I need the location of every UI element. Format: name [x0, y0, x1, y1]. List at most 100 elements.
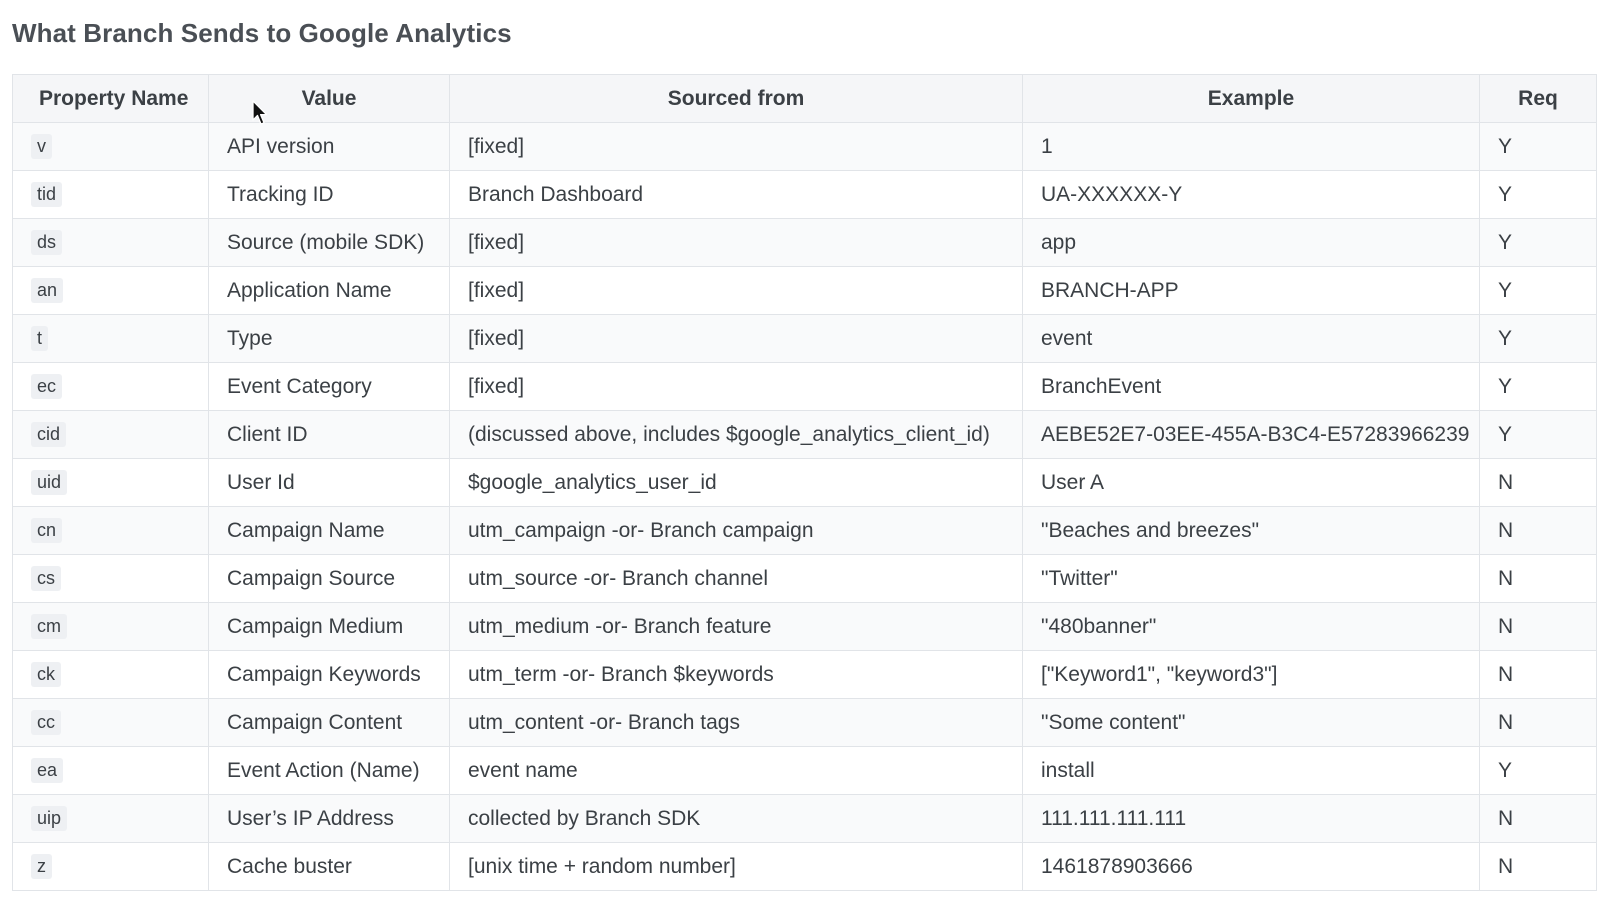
- cell-req: N: [1479, 602, 1597, 651]
- cell-req: N: [1479, 506, 1597, 555]
- cell-property-name: cs: [12, 554, 209, 603]
- cell-sourced-from: utm_content -or- Branch tags: [449, 698, 1023, 747]
- table-row: cc Campaign Content utm_content -or- Branc…: [12, 698, 1597, 747]
- header-sourced-from[interactable]: Sourced from: [449, 74, 1023, 123]
- cell-value: Campaign Source: [208, 554, 450, 603]
- cell-example: "Twitter": [1022, 554, 1480, 603]
- cell-sourced-from: Branch Dashboard: [449, 170, 1023, 219]
- header-req[interactable]: Req: [1479, 74, 1597, 123]
- table-row: ds Source (mobile SDK) [fixed] app Y: [12, 218, 1597, 267]
- cell-property-name: t: [12, 314, 209, 363]
- cell-example: User A: [1022, 458, 1480, 507]
- table-row: cs Campaign Source utm_source -or- Branch …: [12, 554, 1597, 603]
- cell-req: Y: [1479, 410, 1597, 459]
- table-row: z Cache buster [unix time + random number]…: [12, 842, 1597, 891]
- cell-property-name: ck: [12, 650, 209, 699]
- table-row: cm Campaign Medium utm_medium -or- Branch …: [12, 602, 1597, 651]
- cell-property-name: tid: [12, 170, 209, 219]
- table-row: v API version [fixed] 1 Y: [12, 122, 1597, 171]
- cell-req: Y: [1479, 218, 1597, 267]
- cell-req: N: [1479, 794, 1597, 843]
- property-code: cs: [31, 566, 61, 591]
- cell-example: UA-XXXXXX-Y: [1022, 170, 1480, 219]
- cell-example: "Some content": [1022, 698, 1480, 747]
- cell-value: Application Name: [208, 266, 450, 315]
- header-example[interactable]: Example: [1022, 74, 1480, 123]
- cell-req: N: [1479, 554, 1597, 603]
- cell-sourced-from: [fixed]: [449, 122, 1023, 171]
- cell-value: API version: [208, 122, 450, 171]
- cell-value: Event Category: [208, 362, 450, 411]
- cell-req: N: [1479, 698, 1597, 747]
- cell-sourced-from: utm_campaign -or- Branch campaign: [449, 506, 1023, 555]
- table-row: ck Campaign Keywords utm_term -or- Branch …: [12, 650, 1597, 699]
- cell-req: N: [1479, 458, 1597, 507]
- properties-table: Property Name Value Sourced from Example…: [12, 74, 1597, 891]
- cell-example: BranchEvent: [1022, 362, 1480, 411]
- cell-value: User’s IP Address: [208, 794, 450, 843]
- cell-value: Campaign Name: [208, 506, 450, 555]
- cell-sourced-from: [fixed]: [449, 266, 1023, 315]
- cell-property-name: uid: [12, 458, 209, 507]
- cell-sourced-from: utm_term -or- Branch $keywords: [449, 650, 1023, 699]
- property-code: ck: [31, 662, 61, 687]
- cell-example: ["Keyword1", "keyword3"]: [1022, 650, 1480, 699]
- cell-sourced-from: utm_source -or- Branch channel: [449, 554, 1023, 603]
- property-code: cc: [31, 710, 61, 735]
- table-row: uid User Id $google_analytics_user_id User …: [12, 458, 1597, 507]
- cell-example: "480banner": [1022, 602, 1480, 651]
- cell-req: N: [1479, 842, 1597, 891]
- property-code: z: [31, 854, 52, 879]
- property-code: ea: [31, 758, 64, 783]
- cell-value: Campaign Keywords: [208, 650, 450, 699]
- cell-sourced-from: [fixed]: [449, 314, 1023, 363]
- cell-req: Y: [1479, 266, 1597, 315]
- table-row: ea Event Action (Name) event name install Y: [12, 746, 1597, 795]
- property-code: uid: [31, 470, 68, 495]
- property-code: an: [31, 278, 64, 303]
- cell-sourced-from: $google_analytics_user_id: [449, 458, 1023, 507]
- cell-property-name: cid: [12, 410, 209, 459]
- cell-req: Y: [1479, 362, 1597, 411]
- cell-req: Y: [1479, 170, 1597, 219]
- header-property-name[interactable]: Property Name: [12, 74, 209, 123]
- table-row: t Type [fixed] event Y: [12, 314, 1597, 363]
- cell-property-name: v: [12, 122, 209, 171]
- cell-req: Y: [1479, 314, 1597, 363]
- cell-example: AEBE52E7-03EE-455A-B3C4-E57283966239: [1022, 410, 1480, 459]
- table-row: tid Tracking ID Branch Dashboard UA-XXXXXX-…: [12, 170, 1597, 219]
- table-row: uip User’s IP Address collected by Branch …: [12, 794, 1597, 843]
- header-value[interactable]: Value: [208, 74, 450, 123]
- cell-sourced-from: [unix time + random number]: [449, 842, 1023, 891]
- cell-value: Campaign Content: [208, 698, 450, 747]
- cell-property-name: cn: [12, 506, 209, 555]
- cell-property-name: ea: [12, 746, 209, 795]
- cell-example: event: [1022, 314, 1480, 363]
- cell-example: app: [1022, 218, 1480, 267]
- cell-sourced-from: utm_medium -or- Branch feature: [449, 602, 1023, 651]
- property-code: ec: [31, 374, 63, 399]
- cell-example: 1: [1022, 122, 1480, 171]
- cell-value: Type: [208, 314, 450, 363]
- property-code: tid: [31, 182, 63, 207]
- cell-property-name: ds: [12, 218, 209, 267]
- cell-sourced-from: [fixed]: [449, 218, 1023, 267]
- cell-sourced-from: event name: [449, 746, 1023, 795]
- cell-value: Tracking ID: [208, 170, 450, 219]
- cell-value: Event Action (Name): [208, 746, 450, 795]
- page-title: What Branch Sends to Google Analytics: [12, 18, 512, 48]
- page: What Branch Sends to Google Analytics Pr…: [0, 0, 1600, 924]
- cell-req: Y: [1479, 746, 1597, 795]
- table-row: an Application Name [fixed] BRANCH-APP Y: [12, 266, 1597, 315]
- cell-example: install: [1022, 746, 1480, 795]
- table-row: ec Event Category [fixed] BranchEvent Y: [12, 362, 1597, 411]
- property-code: cn: [31, 518, 63, 543]
- cell-property-name: cc: [12, 698, 209, 747]
- cell-sourced-from: (discussed above, includes $google_analy…: [449, 410, 1023, 459]
- cell-req: N: [1479, 650, 1597, 699]
- table-row: cn Campaign Name utm_campaign -or- Branch …: [12, 506, 1597, 555]
- property-code: cid: [31, 422, 67, 447]
- cell-property-name: ec: [12, 362, 209, 411]
- cell-value: User Id: [208, 458, 450, 507]
- property-code: cm: [31, 614, 67, 639]
